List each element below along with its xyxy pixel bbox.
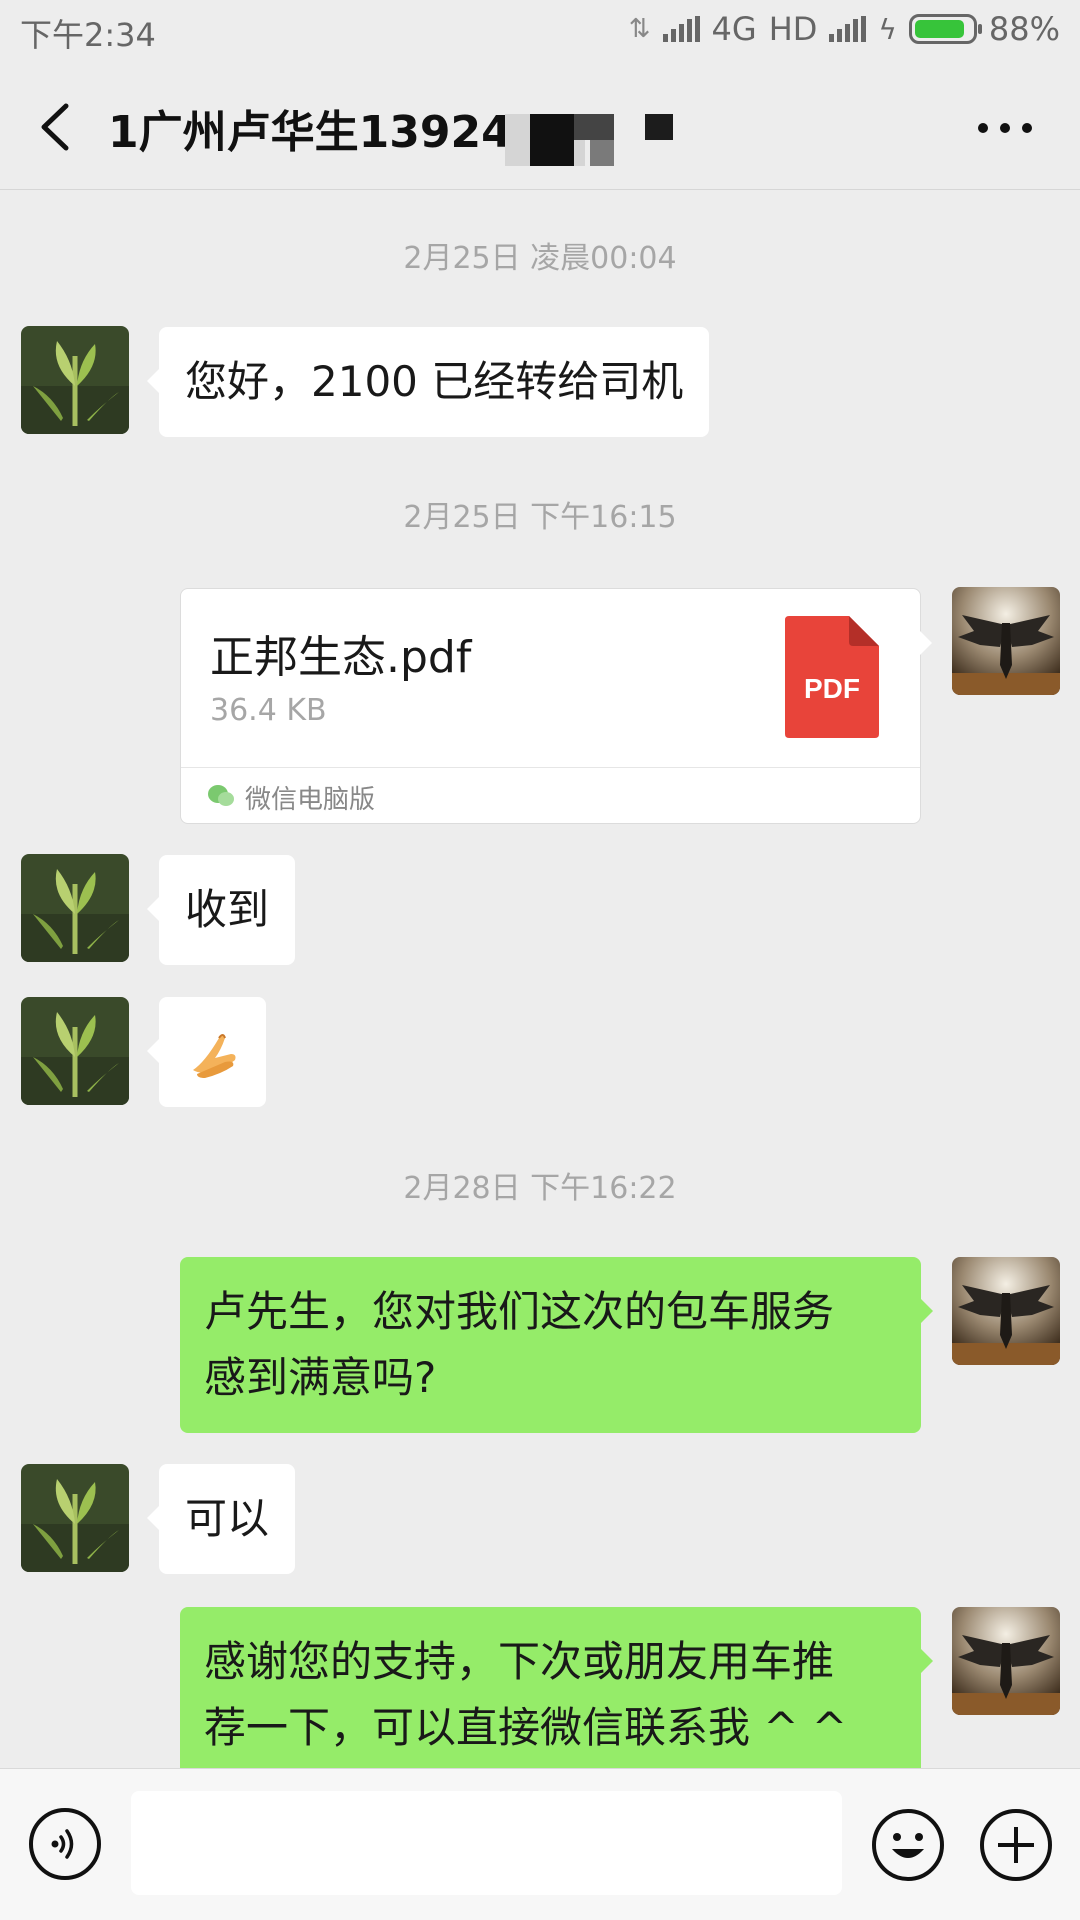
file-message-card[interactable]: 正邦生态.pdf 36.4 KB PDF 微信电脑版 — [180, 588, 932, 824]
wechat-pc-icon — [208, 785, 234, 806]
message-input[interactable] — [131, 1791, 842, 1895]
file-size: 36.4 KB — [210, 693, 327, 728]
signal-icon — [662, 16, 700, 42]
file-source-label: 微信电脑版 — [245, 785, 376, 815]
contact-avatar[interactable] — [21, 997, 129, 1105]
outgoing-message[interactable]: 卢先生，您对我们这次的包车服务 感到满意吗? — [180, 1257, 933, 1433]
message-list[interactable]: 2月25日 凌晨00:04 您好，2100 已经转给司机 2月25日 下午16:… — [0, 191, 1080, 1768]
message-line: 感谢您的支持，下次或朋友用车推 — [204, 1637, 835, 1686]
emoji-icon[interactable] — [870, 1807, 946, 1883]
data-transfer-icon: ⇅ — [628, 14, 651, 44]
contact-avatar[interactable] — [21, 1464, 129, 1572]
voice-input-icon[interactable] — [28, 1807, 102, 1881]
network-type: 4G — [711, 10, 757, 48]
my-avatar[interactable] — [952, 1257, 1060, 1365]
timestamp: 2月25日 凌晨00:04 — [403, 241, 677, 276]
more-options-icon[interactable] — [970, 108, 1040, 148]
timestamp: 2月28日 下午16:22 — [403, 1171, 677, 1206]
chat-title[interactable]: 1广州卢华生13924 — [108, 96, 512, 160]
incoming-message[interactable]: 收到 — [146, 855, 296, 965]
incoming-emoji-message[interactable] — [147, 997, 266, 1107]
input-bar — [0, 1768, 1080, 1920]
status-time: 下午2:34 — [20, 16, 156, 54]
signal-icon-2 — [829, 16, 867, 42]
incoming-message[interactable]: 可以 — [146, 1464, 296, 1574]
folded-hands-icon — [193, 1034, 236, 1078]
chat-header: 1广州卢华生13924 — [0, 62, 1080, 190]
message-line: 卢先生，您对我们这次的包车服务 — [204, 1287, 835, 1336]
charging-icon: ϟ — [878, 12, 897, 46]
back-arrow-icon[interactable] — [30, 92, 90, 162]
pdf-file-icon: PDF — [785, 616, 879, 738]
my-avatar[interactable] — [952, 587, 1060, 695]
wechat-chat-screen: 下午2:34 ⇅ 4G HD ϟ 88% 1广州卢华生13924 2月25日 凌… — [0, 0, 1080, 1920]
battery-icon — [908, 14, 982, 44]
contact-avatar[interactable] — [21, 854, 129, 962]
hd-label: HD — [768, 10, 818, 48]
battery-percent: 88% — [988, 10, 1060, 48]
contact-avatar[interactable] — [21, 326, 129, 434]
my-avatar[interactable] — [952, 1607, 1060, 1715]
file-source-footer: 微信电脑版 — [181, 767, 920, 823]
pdf-icon-label: PDF — [804, 673, 860, 704]
status-icons: ⇅ 4G HD ϟ 88% — [629, 10, 1060, 48]
incoming-message[interactable]: 您好，2100 已经转给司机 — [146, 327, 710, 437]
timestamp: 2月25日 下午16:15 — [403, 500, 677, 535]
more-functions-plus-icon[interactable] — [978, 1807, 1054, 1883]
message-line: 荐一下，可以直接微信联系我 ^ ^ — [204, 1703, 848, 1752]
outgoing-message[interactable]: 感谢您的支持，下次或朋友用车推 荐一下，可以直接微信联系我 ^ ^ — [180, 1607, 933, 1768]
status-bar: 下午2:34 ⇅ 4G HD ϟ 88% — [0, 0, 1080, 62]
message-line: 感到满意吗? — [204, 1353, 437, 1402]
file-name: 正邦生态.pdf — [210, 632, 472, 683]
